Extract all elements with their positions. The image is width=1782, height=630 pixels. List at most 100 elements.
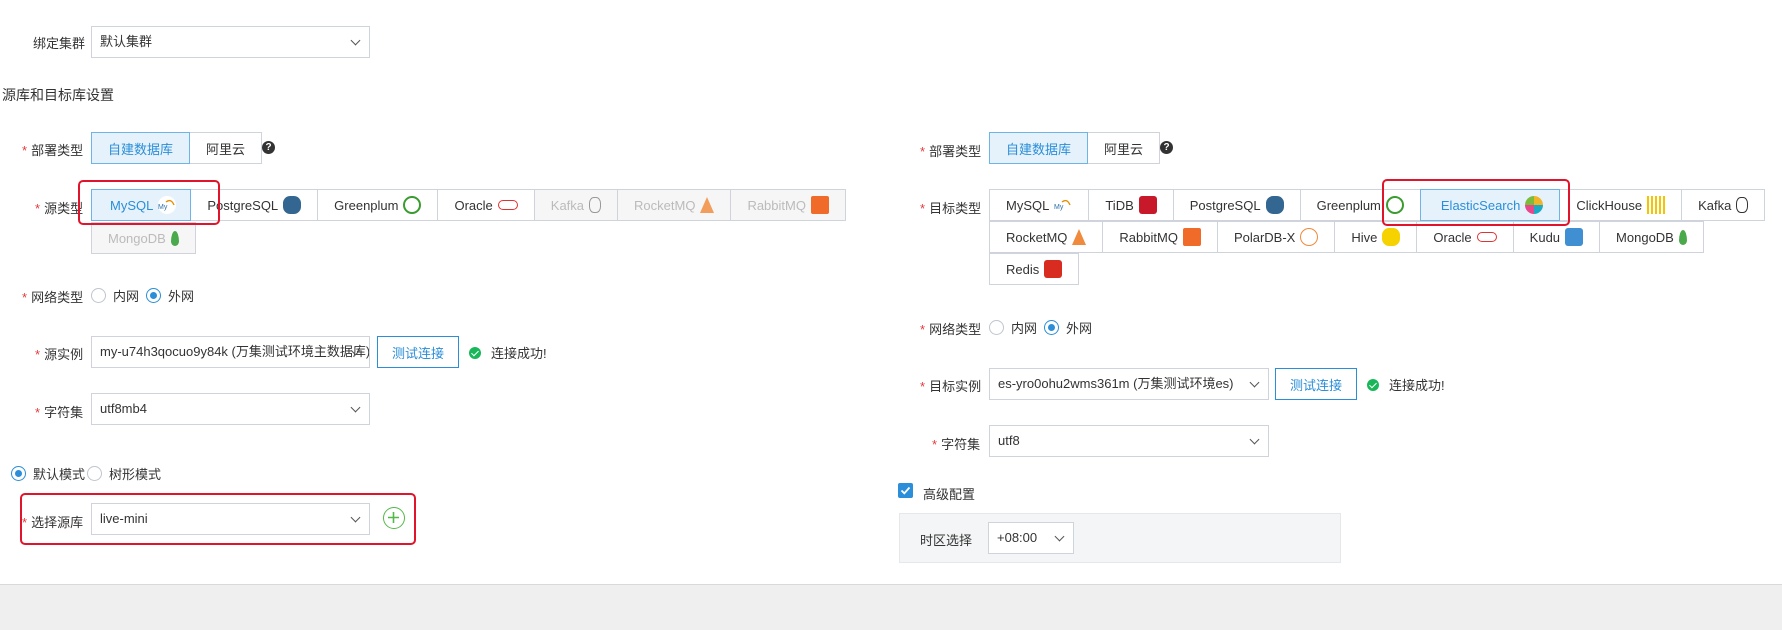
radio-circle-icon	[11, 466, 26, 481]
source-connection-status: 连接成功!	[469, 343, 547, 362]
target-instance-label: * 目标实例	[920, 379, 982, 394]
target-type-row1: MySQL My TiDB PostgreSQL Greenplum Elasti…	[989, 189, 1766, 221]
source-charset-label: * 字符集	[35, 405, 84, 420]
source-type-group-row2: MongoDB	[91, 222, 196, 254]
checkmark-icon	[900, 486, 911, 495]
cluster-select[interactable]: 默认集群	[91, 26, 370, 58]
target-network-internet[interactable]: 外网	[1044, 318, 1092, 337]
rabbitmq-icon	[810, 196, 829, 214]
cluster-select-value: 默认集群	[100, 34, 153, 49]
chevron-down-icon	[350, 35, 361, 46]
source-deploy-option-aliyun[interactable]: 阿里云	[189, 132, 263, 164]
target-type-rocketmq[interactable]: RocketMQ	[989, 221, 1104, 253]
mode-tree[interactable]: 树形模式	[87, 464, 161, 483]
source-test-connection-button[interactable]: 测试连接	[377, 336, 460, 368]
source-type-mysql[interactable]: MySQL My	[91, 189, 192, 221]
timezone-label: 时区选择	[920, 533, 973, 548]
source-charset-select[interactable]: utf8mb4	[91, 393, 370, 425]
chevron-down-icon	[350, 402, 361, 413]
footer-bar	[0, 584, 1782, 630]
source-type-oracle[interactable]: Oracle	[437, 189, 535, 221]
source-network-internet[interactable]: 外网	[146, 286, 194, 305]
source-type-label: * 源类型	[35, 201, 84, 216]
hive-bee-icon	[1382, 228, 1401, 246]
redis-icon	[1044, 260, 1063, 278]
source-charset-value: utf8mb4	[100, 401, 147, 416]
target-deploy-group: 自建数据库 阿里云	[989, 132, 1161, 164]
target-type-tidb[interactable]: TiDB	[1088, 189, 1174, 221]
elasticsearch-icon	[1525, 196, 1544, 214]
mongodb-leaf-icon	[170, 230, 179, 246]
rabbitmq-icon	[1182, 228, 1201, 246]
target-type-mysql[interactable]: MySQL My	[989, 189, 1090, 221]
help-icon[interactable]: ?	[1160, 141, 1173, 154]
target-deploy-option-selfbuilt[interactable]: 自建数据库	[989, 132, 1089, 164]
cluster-label: 绑定集群	[33, 36, 86, 51]
target-type-elasticsearch[interactable]: ElasticSearch	[1419, 189, 1561, 221]
source-deploy-group: 自建数据库 阿里云	[91, 132, 263, 164]
target-type-row3: Redis	[989, 253, 1080, 285]
source-deploy-option-selfbuilt[interactable]: 自建数据库	[91, 132, 191, 164]
kafka-icon	[1736, 197, 1749, 213]
timezone-select[interactable]: +08:00	[988, 522, 1074, 554]
success-check-icon	[469, 346, 481, 359]
radio-circle-icon	[146, 288, 161, 303]
radio-circle-icon	[1044, 320, 1059, 335]
polardb-x-icon	[1300, 228, 1319, 246]
source-instance-value: my-u74h3qocuo9y84k (万集测试环境主数据库)	[100, 344, 370, 359]
target-type-label: * 目标类型	[920, 201, 982, 216]
target-instance-select[interactable]: es-yro0ohu2wms361m (万集测试环境es)	[989, 368, 1269, 400]
target-type-polardbx[interactable]: PolarDB-X	[1216, 221, 1336, 253]
rocketmq-icon	[700, 197, 715, 213]
target-type-rabbitmq[interactable]: RabbitMQ	[1102, 221, 1218, 253]
postgresql-elephant-icon	[283, 196, 302, 214]
timezone-value: +08:00	[997, 530, 1038, 545]
clickhouse-icon	[1647, 196, 1666, 214]
radio-circle-icon	[989, 320, 1004, 335]
target-charset-value: utf8	[998, 433, 1020, 448]
help-icon[interactable]: ?	[262, 141, 275, 154]
target-network-label: * 网络类型	[920, 322, 982, 337]
target-type-mongodb[interactable]: MongoDB	[1599, 221, 1704, 253]
target-test-connection-button[interactable]: 测试连接	[1275, 368, 1358, 400]
source-type-kafka: Kafka	[533, 189, 619, 221]
target-charset-select[interactable]: utf8	[989, 425, 1269, 457]
source-type-greenplum[interactable]: Greenplum	[317, 189, 439, 221]
target-deploy-option-aliyun[interactable]: 阿里云	[1087, 132, 1161, 164]
source-type-mongodb: MongoDB	[91, 222, 196, 254]
target-type-row2: RocketMQ RabbitMQ PolarDB-X Hive Oracle …	[989, 221, 1704, 253]
chevron-down-icon	[1249, 434, 1260, 445]
source-network-intranet[interactable]: 内网	[91, 286, 139, 305]
rocketmq-icon	[1072, 229, 1087, 245]
oracle-icon	[1476, 232, 1497, 242]
radio-circle-icon	[87, 466, 102, 481]
mysql-dolphin-icon: My	[158, 196, 177, 214]
chevron-down-icon	[1054, 531, 1065, 542]
radio-circle-icon	[91, 288, 106, 303]
target-charset-label: * 字符集	[932, 437, 981, 452]
source-type-rocketmq: RocketMQ	[617, 189, 732, 221]
target-instance-value: es-yro0ohu2wms361m (万集测试环境es)	[998, 376, 1234, 391]
advanced-config-checkbox[interactable]	[898, 483, 913, 498]
source-instance-label: * 源实例	[35, 347, 84, 362]
chevron-down-icon	[1249, 377, 1260, 388]
advanced-config-panel: 时区选择 +08:00	[899, 513, 1341, 563]
svg-text:My: My	[158, 204, 168, 211]
mongodb-leaf-icon	[1678, 229, 1687, 245]
mode-default[interactable]: 默认模式	[11, 464, 85, 483]
target-network-intranet[interactable]: 内网	[989, 318, 1037, 337]
target-type-redis[interactable]: Redis	[989, 253, 1080, 285]
postgresql-elephant-icon	[1265, 196, 1284, 214]
target-type-kafka[interactable]: Kafka	[1681, 189, 1766, 221]
source-instance-select[interactable]: my-u74h3qocuo9y84k (万集测试环境主数据库)	[91, 336, 370, 368]
tidb-icon	[1138, 196, 1157, 214]
section-title: 源库和目标库设置	[2, 87, 114, 103]
target-connection-status: 连接成功!	[1367, 375, 1445, 394]
advanced-config-label: 高级配置	[923, 487, 976, 502]
success-check-icon	[1367, 378, 1379, 391]
target-type-clickhouse[interactable]: ClickHouse	[1559, 189, 1683, 221]
source-type-rabbitmq: RabbitMQ	[730, 189, 846, 221]
source-deploy-label: * 部署类型	[22, 143, 84, 158]
mysql-dolphin-icon: My	[1054, 196, 1073, 214]
target-type-postgresql[interactable]: PostgreSQL	[1172, 189, 1301, 221]
